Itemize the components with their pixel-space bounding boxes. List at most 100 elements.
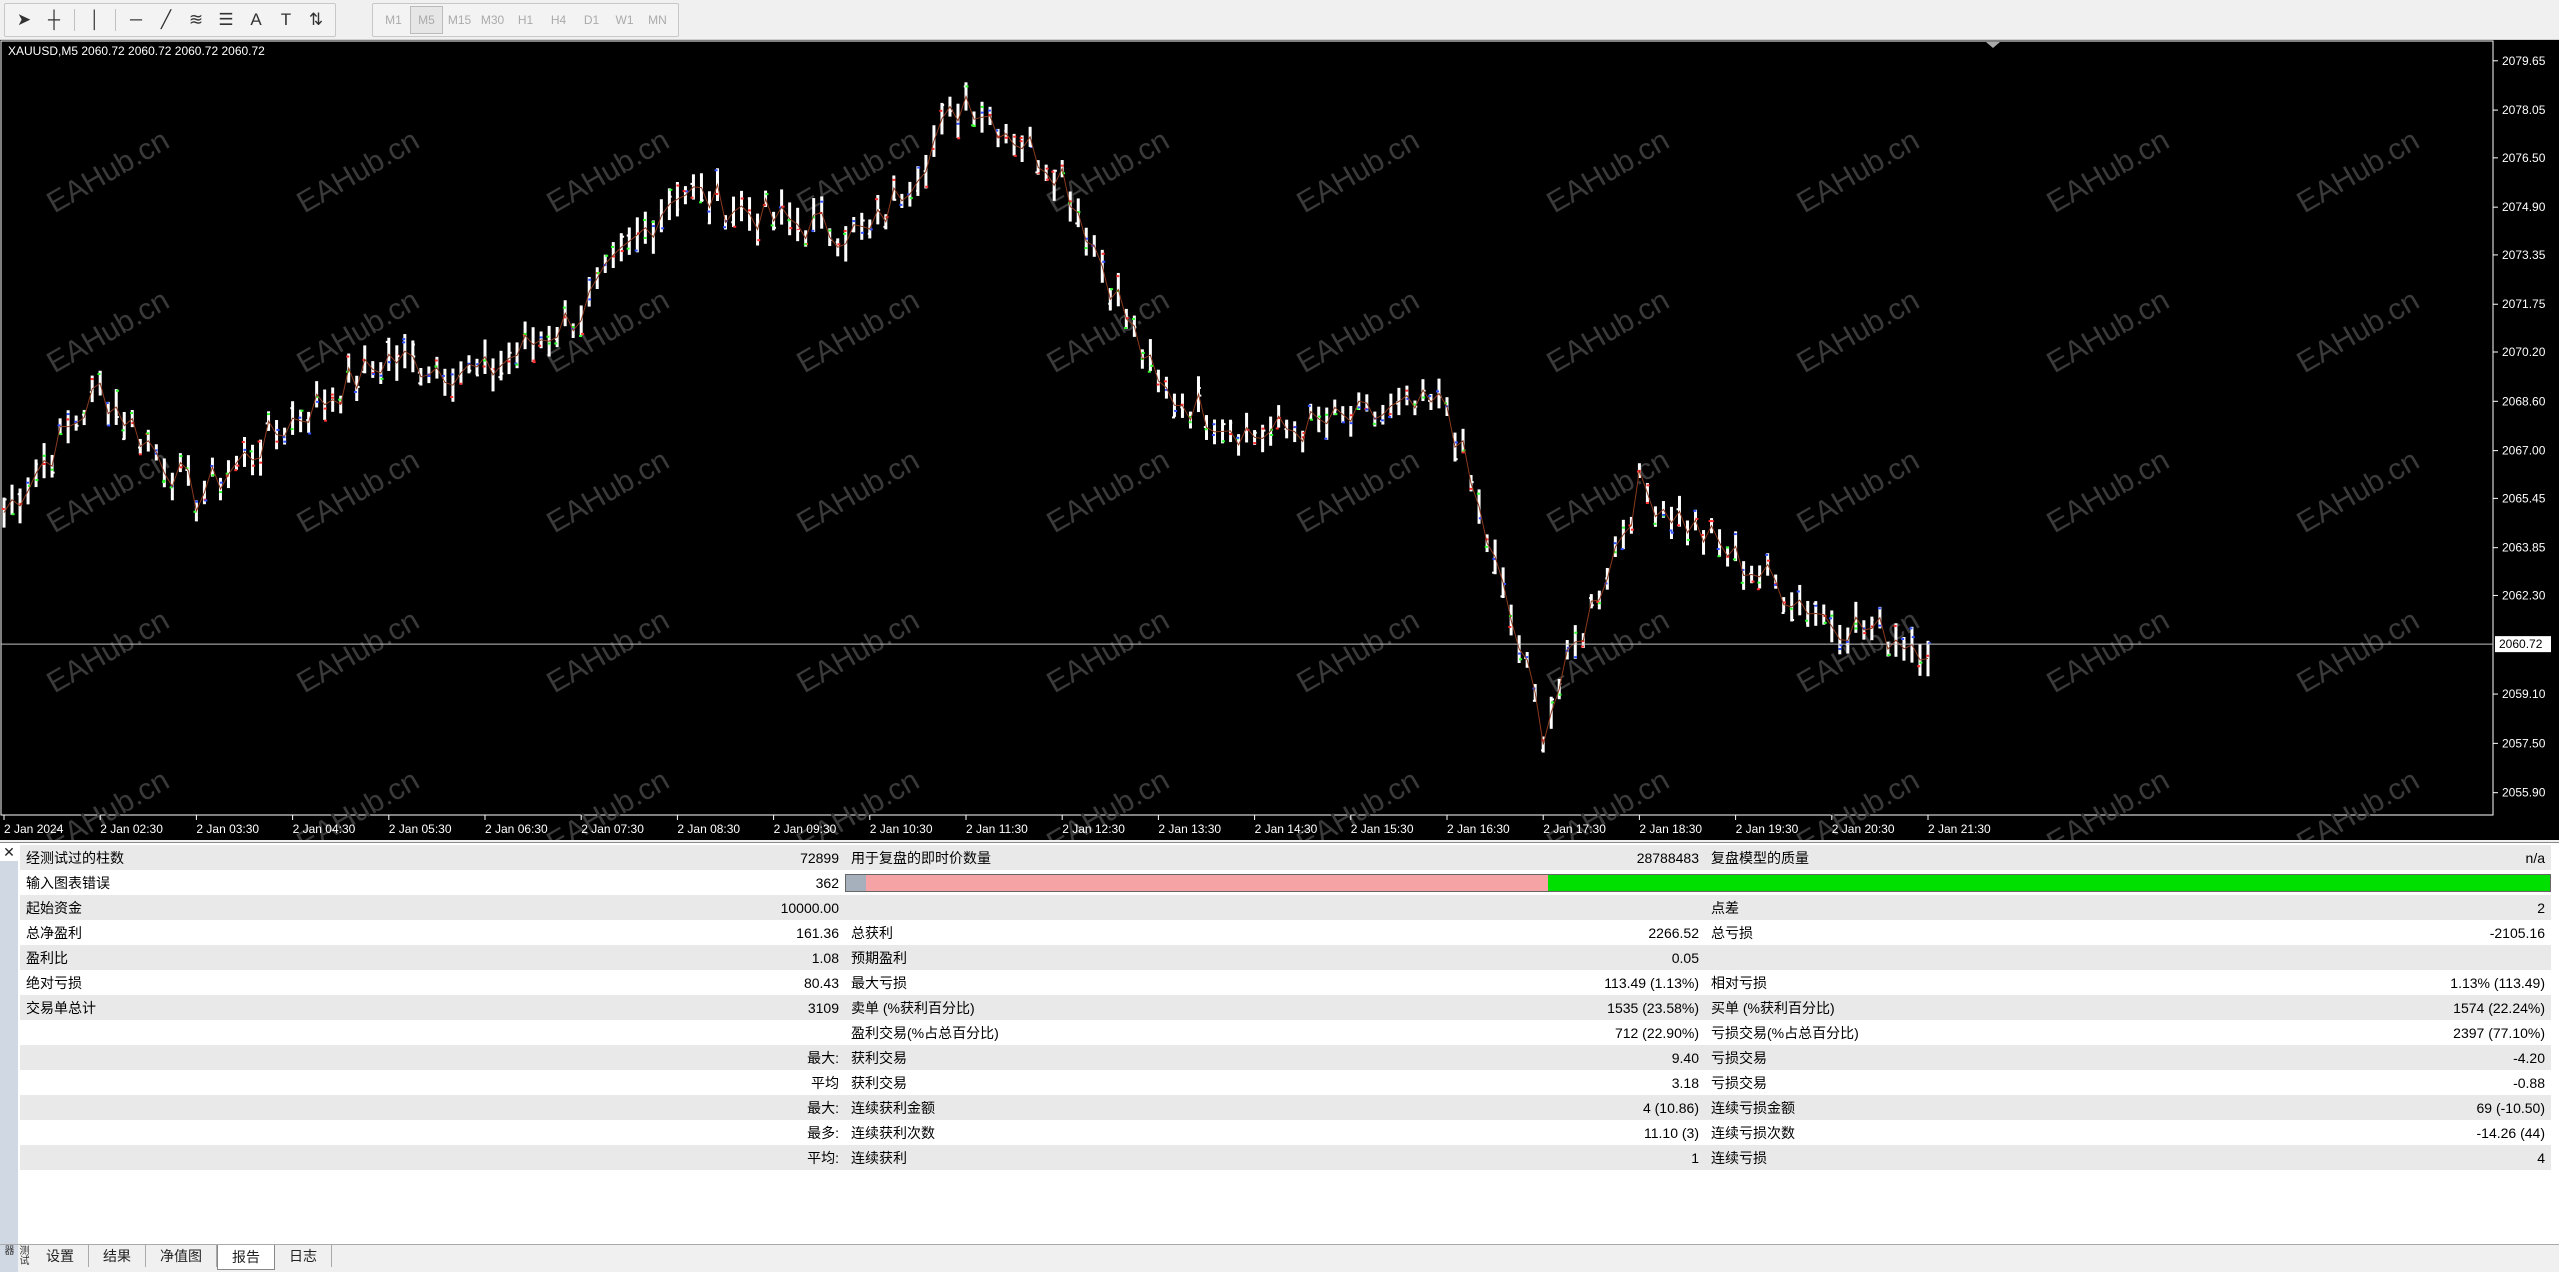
trade-marker: [257, 440, 261, 443]
watermark-text: EAHub.cn: [41, 124, 174, 220]
trade-marker: [1102, 260, 1106, 263]
trade-marker: [1765, 553, 1769, 556]
timeframe-mn-button[interactable]: MN: [641, 6, 674, 34]
trade-marker: [1902, 641, 1906, 644]
price-tick-label: 2070.20: [2502, 345, 2546, 359]
price-tick-label: 2068.60: [2502, 394, 2546, 408]
chart-shift-marker[interactable]: [1986, 42, 2000, 48]
time-tick-label: 2 Jan 19:30: [1736, 822, 1799, 836]
horizontal-line-icon[interactable]: ─: [121, 6, 151, 34]
trade-marker: [1365, 408, 1369, 411]
timeframe-m5-button[interactable]: M5: [410, 6, 443, 34]
time-tick-label: 2 Jan 20:30: [1832, 822, 1895, 836]
arrows-icon[interactable]: ⇅: [301, 6, 331, 34]
trade-marker: [362, 370, 366, 373]
trade-marker: [11, 513, 15, 516]
timeframe-m15-button[interactable]: M15: [443, 6, 476, 34]
trade-marker: [539, 336, 543, 339]
timeframe-m1-button[interactable]: M1: [377, 6, 410, 34]
trade-marker: [643, 218, 647, 221]
report-value-b: [1225, 895, 1705, 920]
trade-marker: [731, 221, 735, 224]
trade-marker: [1285, 422, 1289, 425]
report-value-a: 平均:: [320, 1145, 845, 1170]
watermark-text: EAHub.cn: [1291, 604, 1424, 700]
tab-settings[interactable]: 设置: [32, 1245, 89, 1267]
report-label-c: 连续亏损: [1705, 1145, 2205, 1170]
trade-marker: [107, 424, 111, 427]
report-label-b: 盈利交易(%占总百分比): [845, 1020, 1225, 1045]
trade-marker: [468, 369, 472, 372]
trade-marker: [97, 372, 101, 375]
tab-journal[interactable]: 日志: [275, 1245, 332, 1267]
text-icon[interactable]: A: [241, 6, 271, 34]
report-label-c: 点差: [1705, 895, 2205, 920]
trade-marker: [259, 461, 263, 464]
trade-marker: [1717, 555, 1721, 558]
report-value-a: 最多:: [320, 1120, 845, 1145]
vertical-line-icon[interactable]: │: [80, 6, 110, 34]
trade-marker: [1789, 607, 1793, 610]
chart-canvas[interactable]: EAHub.cn EAHub.cn EAHub.cn EAHub.cn EAHub.cn…: [0, 40, 2559, 840]
watermark-text: EAHub.cn: [2291, 764, 2424, 840]
trade-marker: [1805, 622, 1809, 625]
channel-icon[interactable]: ≋: [181, 6, 211, 34]
text-label-icon[interactable]: T: [271, 6, 301, 34]
trade-marker: [875, 198, 879, 201]
trade-marker: [1732, 558, 1736, 561]
cursor-icon[interactable]: ➤: [9, 6, 39, 34]
report-value-b: 9.40: [1225, 1045, 1705, 1070]
report-label-a: [20, 1145, 320, 1170]
report-label-b: 连续获利: [845, 1145, 1225, 1170]
trade-marker: [66, 418, 70, 421]
trade-marker: [515, 363, 519, 366]
price-chart[interactable]: EAHub.cn EAHub.cn EAHub.cn EAHub.cn EAHub.cn…: [0, 40, 2559, 840]
timeframe-w1-button[interactable]: W1: [608, 6, 641, 34]
price-tick-label: 2076.50: [2502, 151, 2546, 165]
price-tick-label: 2078.05: [2502, 103, 2546, 117]
time-tick-label: 2 Jan 12:30: [1062, 822, 1125, 836]
current-price-label: 2060.72: [2499, 637, 2543, 651]
trade-marker: [1156, 383, 1160, 386]
report-label-a: [20, 1045, 320, 1070]
trade-marker: [1508, 625, 1512, 628]
watermark-text: EAHub.cn: [541, 124, 674, 220]
tab-results[interactable]: 结果: [89, 1245, 146, 1267]
drawing-tools-group: ➤ ┼ │ ─ ╱ ≋ ☰ A T ⇅: [4, 3, 336, 37]
trade-marker: [925, 185, 929, 188]
trade-marker: [418, 382, 422, 385]
trade-marker: [396, 355, 400, 358]
trade-marker: [1084, 247, 1088, 250]
report-label-c: [1705, 945, 2205, 970]
report-value-a: 1.08: [320, 945, 845, 970]
trade-marker: [59, 433, 63, 436]
price-tick-label: 2062.30: [2502, 588, 2546, 602]
trade-marker: [411, 343, 415, 346]
trade-marker: [1476, 492, 1480, 495]
trade-marker: [883, 225, 887, 228]
trendline-icon[interactable]: ╱: [151, 6, 181, 34]
tab-report[interactable]: 报告: [217, 1245, 275, 1270]
crosshair-icon[interactable]: ┼: [39, 6, 69, 34]
trade-marker: [1550, 701, 1554, 704]
timeframe-d1-button[interactable]: D1: [575, 6, 608, 34]
trade-marker: [1212, 423, 1216, 426]
watermark-text: EAHub.cn: [1541, 124, 1674, 220]
report-label-b: 卖单 (%获利百分比): [845, 995, 1225, 1020]
trade-marker: [867, 232, 871, 235]
report-value-a: 80.43: [320, 970, 845, 995]
trade-marker: [547, 342, 551, 345]
report-label-b: 连续获利金额: [845, 1095, 1225, 1120]
timeframe-h4-button[interactable]: H4: [542, 6, 575, 34]
timeframe-m30-button[interactable]: M30: [476, 6, 509, 34]
trade-marker: [1422, 396, 1426, 399]
timeframe-h1-button[interactable]: H1: [509, 6, 542, 34]
time-tick-label: 2 Jan 10:30: [870, 822, 933, 836]
trade-marker: [980, 111, 984, 114]
fibonacci-icon[interactable]: ☰: [211, 6, 241, 34]
trade-marker: [579, 335, 583, 338]
tab-equity-chart[interactable]: 净值图: [146, 1245, 217, 1267]
report-value-c: -14.26 (44): [2205, 1120, 2551, 1145]
trade-marker: [1110, 288, 1114, 291]
close-icon[interactable]: ✕: [0, 843, 18, 861]
